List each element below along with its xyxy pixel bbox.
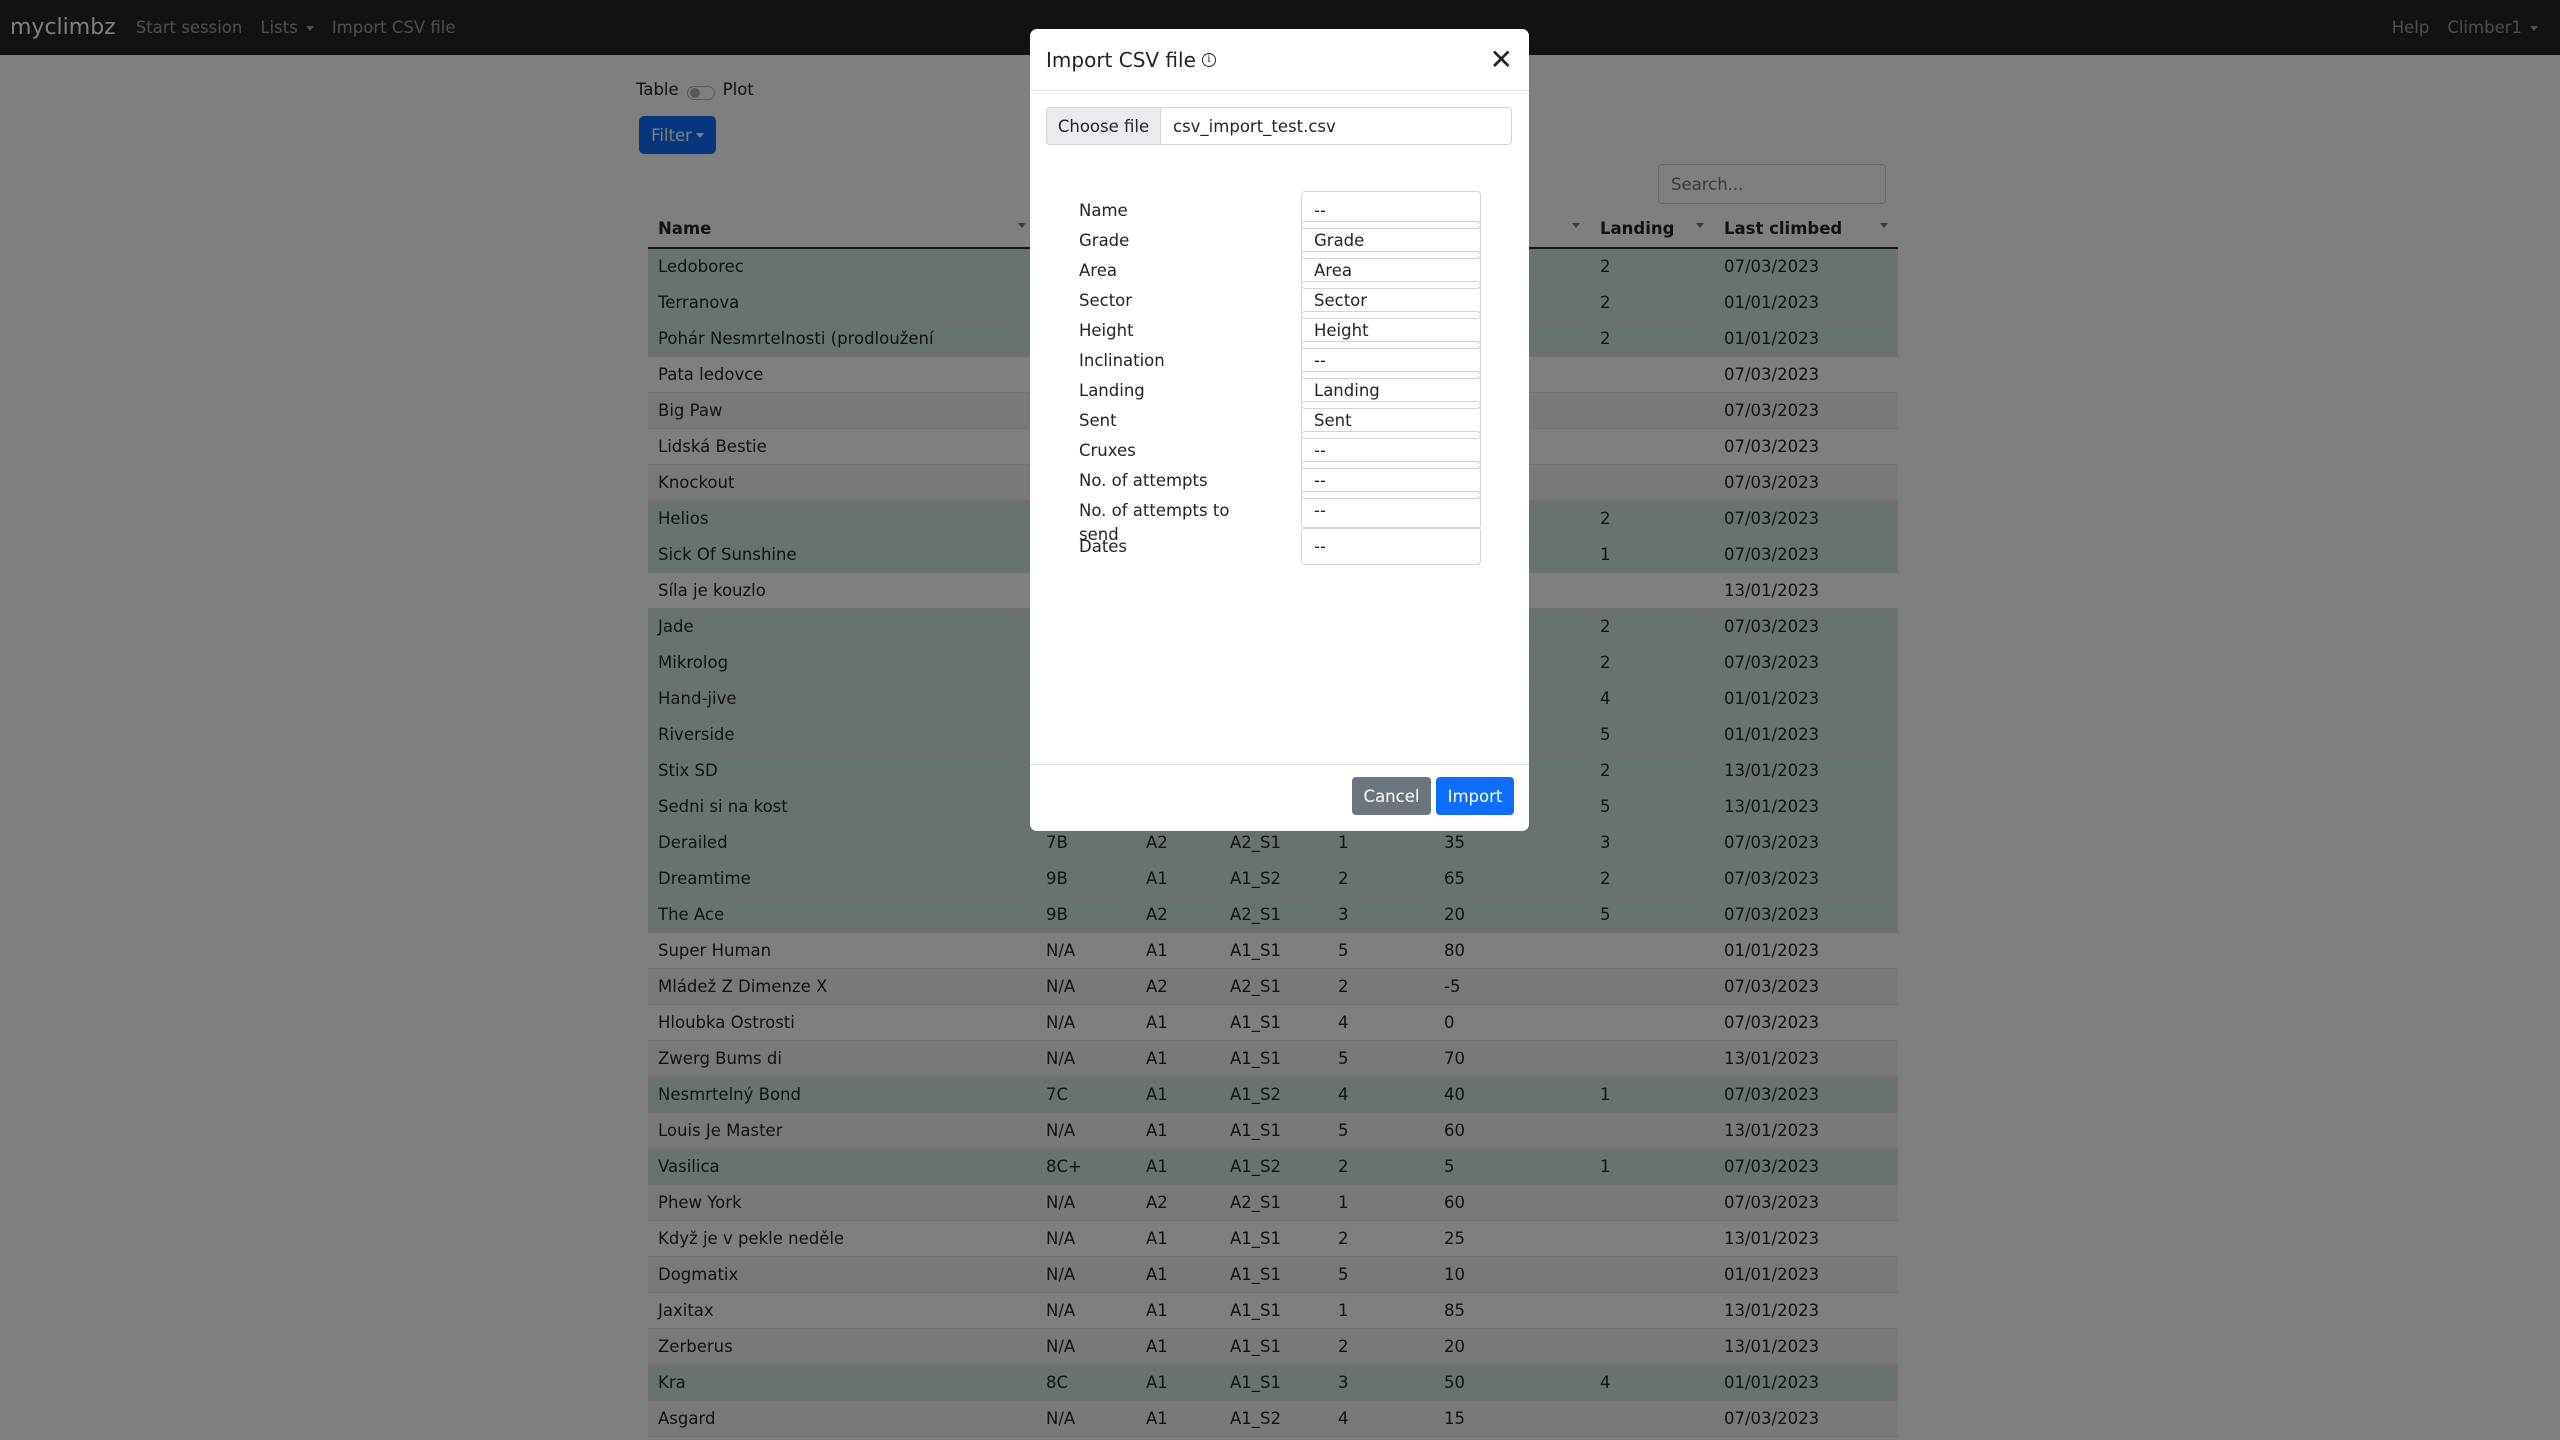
field-label: Name [1079,201,1128,220]
choose-file-button[interactable]: Choose file [1047,108,1161,144]
import-csv-modal: Import CSV file i ✕ Choose file csv_impo… [1030,29,1529,831]
field-select[interactable]: -- [1301,527,1481,565]
import-button[interactable]: Import [1436,777,1514,815]
cancel-button[interactable]: Cancel [1352,777,1431,815]
field-label: Height [1079,321,1134,340]
field-label: Area [1079,261,1117,280]
modal-header: Import CSV file i ✕ [1030,29,1529,91]
field-select[interactable]: -- [1301,491,1481,529]
info-icon[interactable]: i [1201,52,1216,67]
field-label: No. of attempts [1079,471,1208,490]
close-icon[interactable]: ✕ [1490,45,1513,74]
field-label: Sector [1079,291,1133,310]
file-name: csv_import_test.csv [1173,116,1336,136]
file-input[interactable]: Choose file csv_import_test.csv [1046,107,1512,145]
field-label: Cruxes [1079,441,1136,460]
field-label: Landing [1079,381,1145,400]
field-label: Dates [1079,537,1128,556]
field-label: Sent [1079,411,1117,430]
field-label: Inclination [1079,351,1165,370]
modal-title: Import CSV file [1046,47,1196,72]
field-label: Grade [1079,231,1130,250]
